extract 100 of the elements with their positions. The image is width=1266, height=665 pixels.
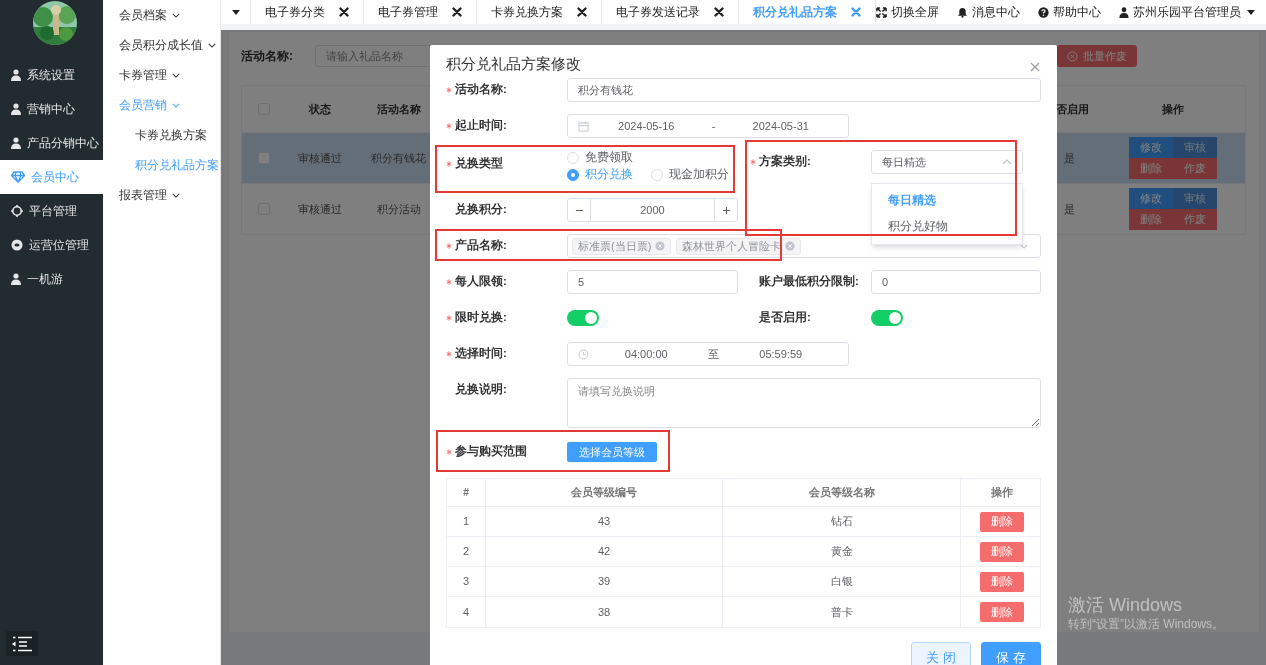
required-icon <box>446 87 452 93</box>
chevron-down-icon <box>172 192 180 198</box>
radio-option[interactable]: 现金加积分 <box>651 167 729 182</box>
help-icon <box>1038 6 1049 18</box>
text-field[interactable]: 0 <box>871 270 1041 294</box>
field-label: 选择时间: <box>455 346 507 362</box>
person-icon <box>11 69 21 81</box>
required-icon <box>446 161 452 167</box>
chevron-down-icon <box>1020 243 1028 249</box>
close-icon[interactable] <box>714 7 724 17</box>
user-icon <box>1119 6 1129 18</box>
select-field[interactable]: 每日精选 <box>871 150 1023 174</box>
column-header: 会员等级编号 <box>486 479 723 506</box>
field-label: 兑换积分: <box>455 202 507 218</box>
field-label: 兑换说明: <box>455 382 507 398</box>
range-start: 2024-05-16 <box>617 118 676 134</box>
column-header: # <box>447 479 486 506</box>
field-label: 方案类别: <box>759 153 811 170</box>
field-label: 活动名称: <box>455 82 507 98</box>
sidebar-item[interactable]: 平台管理 <box>0 194 103 228</box>
range-end: 05:59:59 <box>758 346 804 362</box>
time-range-field[interactable]: 04:00:00 至 05:59:59 <box>567 342 849 366</box>
radio-option[interactable]: 免费领取 <box>567 150 633 165</box>
table-cell: 39 <box>486 567 723 596</box>
submenu-item[interactable]: 报表管理 <box>103 180 220 210</box>
text-area[interactable]: 请填写兑换说明 <box>567 378 1041 428</box>
header-link[interactable]: 切换全屏 <box>876 3 939 21</box>
field-label: 起止时间: <box>455 118 507 134</box>
submenu-item[interactable]: 会员档案 <box>103 0 220 30</box>
close-icon[interactable] <box>339 7 349 17</box>
date-range-field[interactable]: 2024-05-16 - 2024-05-31 <box>567 114 849 138</box>
range-start: 04:00:00 <box>623 346 669 362</box>
table-cell: 1 <box>447 507 486 536</box>
column-header: 状态 <box>307 101 332 117</box>
required-icon <box>446 315 452 321</box>
field-label: 是否启用: <box>759 309 811 326</box>
table-cell: 38 <box>486 597 723 627</box>
field-label: 兑换类型 <box>455 156 503 172</box>
outdent-icon <box>11 635 33 652</box>
close-icon[interactable] <box>452 7 462 17</box>
plus-icon <box>721 205 731 215</box>
toggle-switch[interactable] <box>567 310 599 326</box>
chevron-down-icon <box>208 42 216 48</box>
column-header: 操作 <box>1161 101 1185 117</box>
sidebar-item[interactable]: 系统设置 <box>0 58 103 92</box>
table-cell: 43 <box>486 507 723 536</box>
column-header: 活动名称 <box>375 101 422 117</box>
table-cell: 黄金 <box>723 537 961 566</box>
checkbox[interactable] <box>258 152 270 164</box>
clock-icon <box>578 348 589 360</box>
table-cell: 钻石 <box>723 507 961 536</box>
header-link[interactable]: 消息中心 <box>957 3 1020 21</box>
remove-icon[interactable] <box>655 241 666 251</box>
table-cell: 2 <box>447 537 486 566</box>
header-link[interactable]: 帮助中心 <box>1038 3 1101 21</box>
header-link[interactable]: 苏州乐园平台管理员 <box>1119 3 1255 21</box>
bell-icon <box>957 6 968 18</box>
caret-icon <box>231 9 240 15</box>
required-icon <box>446 243 452 249</box>
table-cell-text: 积分有钱花 <box>370 150 427 166</box>
column-header: 否启用 <box>1056 101 1090 117</box>
table-cell-text: 积分活动 <box>375 201 422 217</box>
sidebar-item[interactable]: 产品分销中心 <box>0 126 103 160</box>
close-icon[interactable] <box>577 7 587 17</box>
table-cell-text: 审核通过 <box>296 150 343 166</box>
disc-icon <box>11 239 23 251</box>
submenu-item[interactable]: 会员积分成长值 <box>103 30 220 60</box>
table-cell: 4 <box>447 597 486 627</box>
field-label: 限时兑换: <box>455 310 507 326</box>
toggle-switch[interactable] <box>871 310 903 326</box>
field-label: 每人限领: <box>455 274 507 290</box>
remove-icon[interactable] <box>785 241 796 251</box>
sidebar-item[interactable]: 一机游 <box>0 262 103 296</box>
calendar-icon <box>578 120 589 132</box>
gear-icon <box>11 205 23 217</box>
person-icon <box>11 137 21 149</box>
required-icon <box>446 279 452 285</box>
required-icon <box>446 351 452 357</box>
fullscreen-icon <box>876 6 887 18</box>
sidebar-item[interactable]: 营销中心 <box>0 92 103 126</box>
text-field[interactable]: 积分有钱花 <box>567 78 1041 102</box>
diamond-icon <box>11 171 25 183</box>
person-icon <box>11 273 21 285</box>
cancel-icon <box>1067 50 1078 62</box>
number-field[interactable]: 2000 <box>567 198 738 222</box>
field-label: 账户最低积分限制: <box>759 273 859 290</box>
chevron-down-icon <box>172 102 180 108</box>
sidebar-item[interactable]: 运营位管理 <box>0 228 103 262</box>
column-header: 操作 <box>989 485 1014 501</box>
table-cell: 42 <box>486 537 723 566</box>
required-icon <box>446 123 452 129</box>
range-separator: - <box>710 118 717 134</box>
search-label: 活动名称: <box>241 48 294 65</box>
submenu-item[interactable]: 卡券管理 <box>103 60 220 90</box>
text-field[interactable]: 5 <box>567 270 738 294</box>
submenu-item[interactable]: 卡券兑换方案 <box>103 120 220 150</box>
table-cell: 3 <box>447 567 486 596</box>
chevron-down-icon <box>172 72 180 78</box>
collapse-menu-button[interactable] <box>6 631 38 656</box>
chevron-down-icon <box>172 12 180 18</box>
